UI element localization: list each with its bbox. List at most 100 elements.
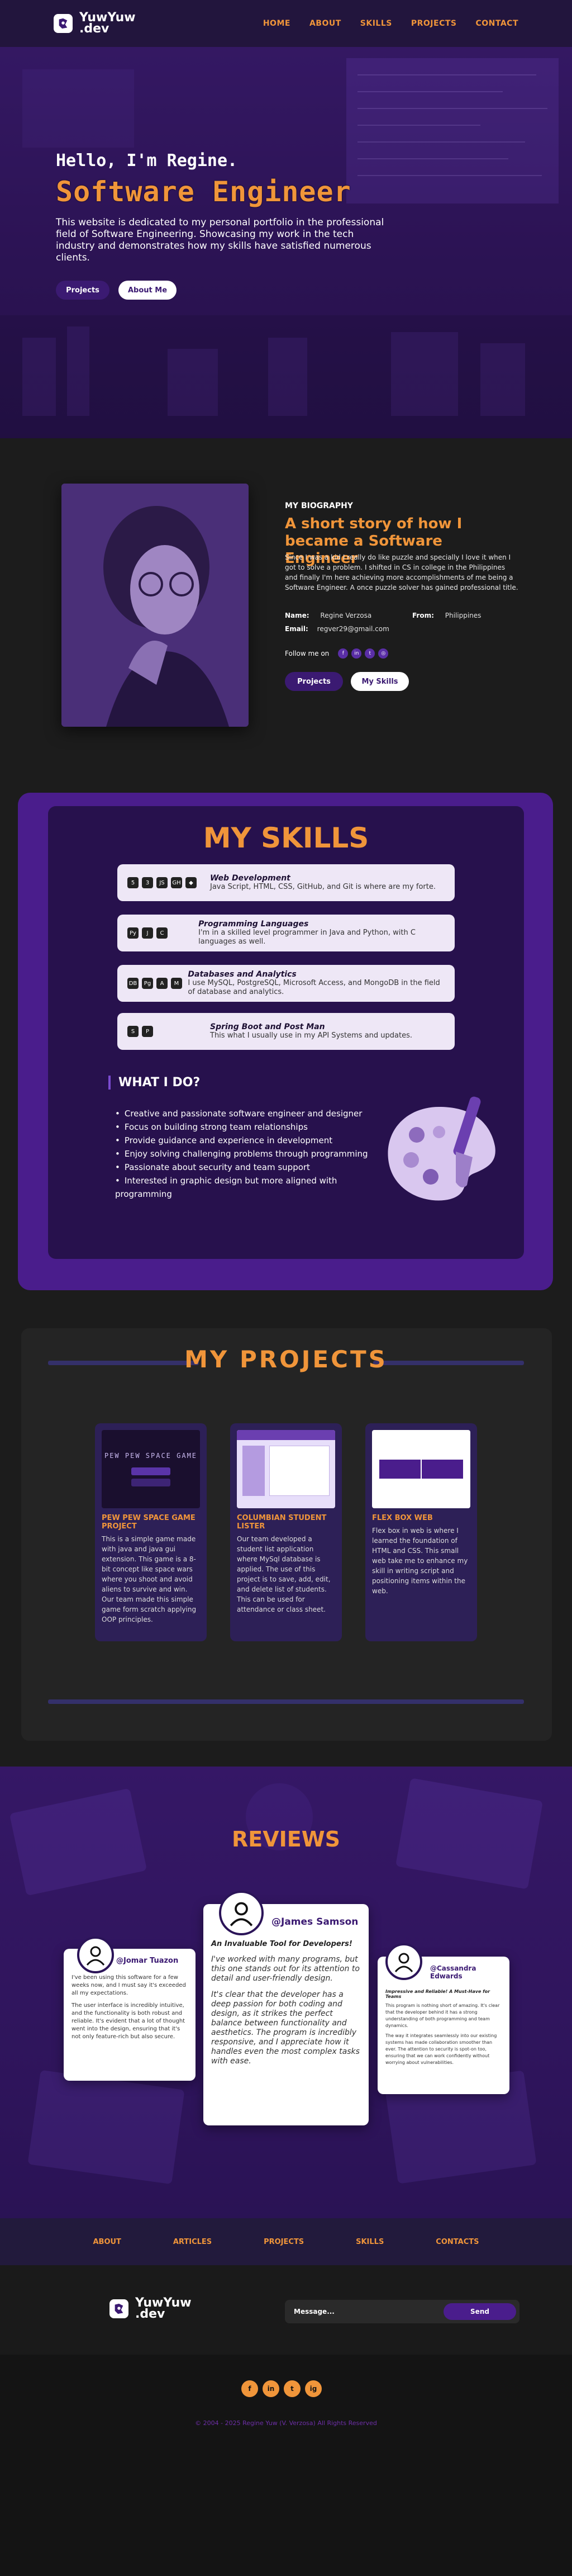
access-icon: A (156, 978, 168, 989)
skill-card-spring: S P Spring Boot and Post Man This what I… (117, 1013, 455, 1050)
nav-home[interactable]: HOME (263, 19, 290, 28)
instagram-icon[interactable]: ig (305, 2380, 322, 2397)
skill-title: Web Development (210, 874, 290, 883)
skill-title: Programming Languages (198, 920, 309, 929)
linkedin-icon[interactable]: in (351, 648, 362, 659)
skill-card-web: 5 3 JS GH ◆ Web Development Java Script,… (117, 864, 455, 901)
hero-about-button[interactable]: About Me (118, 281, 177, 300)
python-icon: Py (127, 927, 139, 939)
footer-link-projects[interactable]: PROJECTS (264, 2238, 304, 2246)
nav-about[interactable]: ABOUT (309, 19, 341, 28)
nav-links: HOME ABOUT SKILLS PROJECTS CONTACT (263, 19, 518, 28)
footer-link-articles[interactable]: ARTICLES (173, 2238, 212, 2246)
project-card-student-lister[interactable]: COLUMBIAN STUDENT LISTER Our team develo… (230, 1423, 342, 1641)
project-name: PEW PEW SPACE GAME PROJECT (102, 1514, 196, 1531)
project-thumbnail: PEW PEW SPACE GAME (102, 1430, 200, 1508)
project-name: FLEX BOX WEB (372, 1514, 433, 1522)
email-value[interactable]: regver29@gmail.com (317, 625, 389, 633)
nav-skills[interactable]: SKILLS (360, 19, 392, 28)
footer-link-about[interactable]: ABOUT (93, 2238, 121, 2246)
from-value: Philippines (445, 612, 482, 619)
review-body: This program is nothing short of amazing… (385, 2003, 500, 2028)
review-body: The way it integrates seamlessly into ou… (385, 2033, 497, 2065)
bio-from-row: From: Philippines (412, 612, 481, 619)
hero-role: Software Engineer (56, 176, 351, 208)
logo-icon (54, 14, 73, 33)
hero-projects-button[interactable]: Projects (56, 281, 109, 300)
top-nav: YuwYuw .dev HOME ABOUT SKILLS PROJECTS C… (0, 0, 572, 47)
skill-icons: Py J C (127, 927, 198, 939)
twitter-icon[interactable]: t (365, 648, 375, 659)
review-body: It's clear that the developer has a deep… (211, 1990, 360, 2066)
nav-contact[interactable]: CONTACT (475, 19, 518, 28)
skill-desc: I use MySQL, PostgreSQL, Microsoft Acces… (188, 979, 440, 996)
send-button[interactable]: Send (444, 2303, 516, 2320)
c-icon: C (156, 927, 168, 939)
postman-icon: P (142, 1026, 153, 1037)
twitter-icon[interactable]: t (284, 2380, 301, 2397)
message-input[interactable] (294, 2308, 444, 2315)
skill-icons: S P (127, 1026, 210, 1037)
list-item: Creative and passionate software enginee… (115, 1107, 394, 1120)
footer-link-skills[interactable]: SKILLS (356, 2238, 384, 2246)
review-body: I've been using this software for a few … (72, 1974, 186, 1996)
nav-projects[interactable]: PROJECTS (411, 19, 457, 28)
project-desc: This is a simple game made with java and… (102, 1535, 197, 1623)
list-item: Interested in graphic design but more al… (115, 1174, 394, 1201)
list-item: Provide guidance and experience in devel… (115, 1134, 394, 1147)
skill-desc: This what I usually use in my API System… (210, 1031, 412, 1040)
git-icon: ◆ (185, 877, 197, 888)
divider (48, 1699, 524, 1704)
list-item: Focus on building strong team relationsh… (115, 1120, 394, 1134)
bio-name-row: Name: Regine Verzosa (285, 612, 371, 619)
project-desc: Flex box in web is where I learned the f… (372, 1527, 468, 1595)
message-form: Send (285, 2300, 519, 2323)
review-body: The user interface is incredibly intuiti… (72, 2002, 185, 2040)
hero-description: This website is dedicated to my personal… (56, 217, 384, 263)
list-item: Enjoy solving challenging problems throu… (115, 1147, 394, 1161)
mongodb-icon: M (171, 978, 182, 989)
what-i-do-title: WHAT I DO? (108, 1076, 200, 1090)
avatar (219, 1891, 264, 1935)
what-i-do-list: Creative and passionate software enginee… (115, 1107, 394, 1201)
portrait-image (61, 484, 249, 727)
project-name: COLUMBIAN STUDENT LISTER (237, 1514, 327, 1531)
facebook-icon[interactable]: f (338, 648, 349, 659)
copyright-text: © 2004 - 2025 Regine Yuw (V. Verzosa) Al… (195, 2419, 377, 2427)
project-card-flex-box[interactable]: FLEX BOX WEB Flex box in web is where I … (365, 1423, 477, 1641)
thumb-title: PEW PEW SPACE GAME (104, 1452, 198, 1460)
logo-line-2: .dev (135, 2307, 165, 2321)
review-headline: Impressive and Reliable! A Must-Have for… (385, 1989, 490, 1999)
logo-text: YuwYuw .dev (79, 12, 136, 35)
css3-icon: 3 (142, 877, 153, 888)
instagram-icon[interactable]: ◎ (378, 648, 389, 659)
bio-projects-button[interactable]: Projects (285, 672, 343, 691)
email-label: Email: (285, 625, 308, 633)
bio-skills-button[interactable]: My Skills (351, 672, 409, 691)
footer-logo[interactable]: YuwYuw .dev (109, 2297, 192, 2321)
project-desc: Our team developed a student list applic… (237, 1535, 331, 1613)
footer-link-contacts[interactable]: CONTACTS (436, 2238, 479, 2246)
follow-row: Follow me on f in t ◎ (285, 648, 389, 659)
bio-kicker: MY BIOGRAPHY (285, 501, 353, 510)
review-headline: An Invaluable Tool for Developers! (211, 1940, 352, 1948)
skill-desc: I'm in a skilled level programmer in Jav… (198, 929, 416, 946)
footer-links: ABOUT ARTICLES PROJECTS SKILLS CONTACTS (0, 2218, 572, 2265)
postgresql-icon: Pg (142, 978, 153, 989)
project-card-space-game[interactable]: PEW PEW SPACE GAME PEW PEW SPACE GAME PR… (95, 1423, 207, 1641)
linkedin-icon[interactable]: in (263, 2380, 279, 2397)
review-body: I've worked with many programs, but this… (211, 1955, 360, 1983)
skill-title: Databases and Analytics (188, 970, 297, 979)
skill-icons: 5 3 JS GH ◆ (127, 877, 210, 888)
site-logo[interactable]: YuwYuw .dev (54, 12, 136, 35)
facebook-icon[interactable]: f (241, 2380, 258, 2397)
footer-social: f in t ig (241, 2380, 322, 2397)
skill-icons: DB Pg A M (127, 978, 188, 989)
skills-title: MY SKILLS (203, 822, 369, 854)
follow-label: Follow me on (285, 650, 330, 657)
avatar (77, 1936, 114, 1973)
javascript-icon: JS (156, 877, 168, 888)
hero-section: Hello, I'm Regine. Software Engineer Thi… (0, 47, 572, 438)
github-icon: GH (171, 877, 182, 888)
project-thumbnail (237, 1430, 335, 1508)
